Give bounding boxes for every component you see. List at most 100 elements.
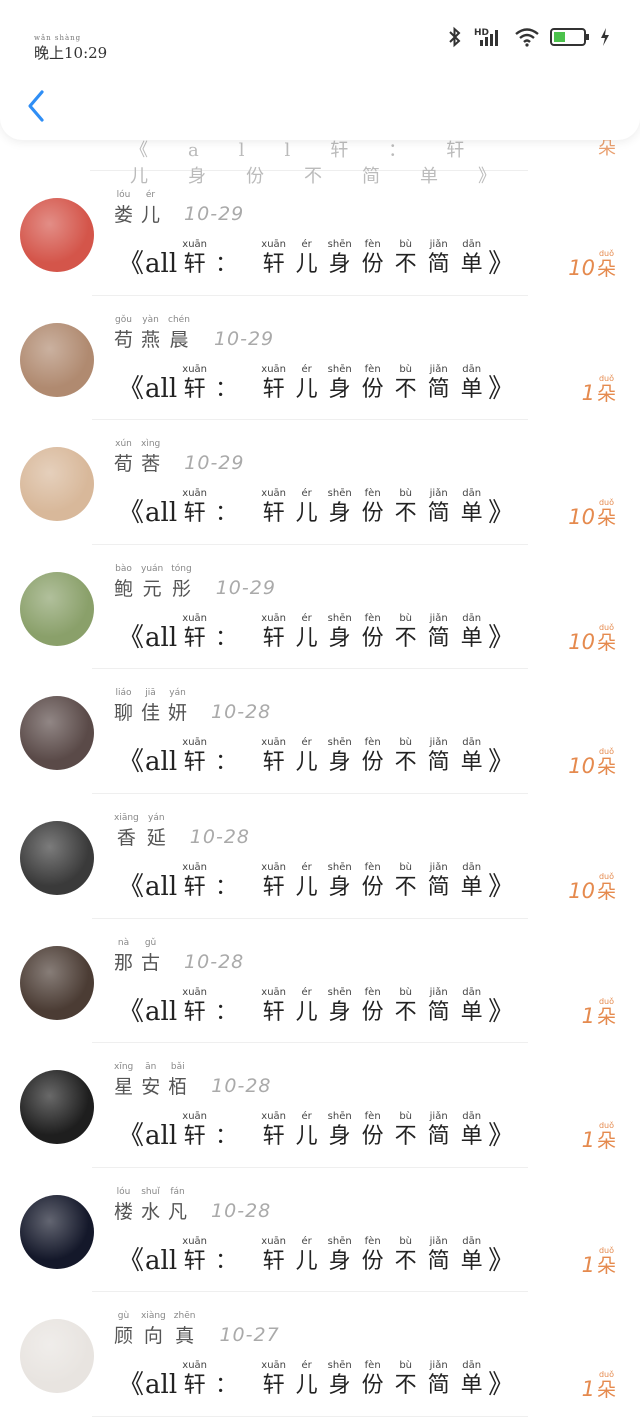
- gift-char: jiǎn 简: [422, 737, 455, 777]
- name-hanzi: 聊: [114, 702, 134, 725]
- list-item[interactable]: xiāng 香 yán 延 10-28 《 all xuān 轩： xuān 轩 ér 儿 shēn 身 fè…: [0, 794, 640, 919]
- list-item[interactable]: gǒu 苟 yàn 燕 chén 晨 10-29 《 all xuān 轩： xuān 轩 ér 儿 shēn…: [0, 296, 640, 421]
- user-name[interactable]: bào 鲍 yuán 元 tóng 彤: [114, 564, 192, 601]
- name-char: yán 延: [147, 813, 166, 850]
- gift-hanzi: 儿: [295, 501, 318, 527]
- unit-hanzi: 朵: [596, 756, 616, 779]
- back-button[interactable]: [22, 86, 52, 126]
- name-char: gǔ 古: [141, 938, 160, 975]
- gift-hanzi: 简: [427, 1124, 450, 1150]
- avatar[interactable]: [20, 1070, 94, 1145]
- gift-pinyin: bù: [399, 1111, 413, 1123]
- gift-pinyin: shēn: [327, 1111, 352, 1123]
- close-bracket: 》: [488, 622, 515, 653]
- gift-char: bù 不: [389, 1236, 422, 1276]
- list-item[interactable]: xún 荀 xìng 莕 10-29 《 all xuān 轩： xuān 轩 ér 儿 shēn 身 fèn…: [0, 420, 640, 545]
- list-item[interactable]: liáo 聊 jiā 佳 yán 妍 10-28 《 all xuān 轩： xuān 轩 ér 儿 shēn…: [0, 669, 640, 794]
- user-name[interactable]: lóu 楼 shuǐ 水 fán 凡: [114, 1187, 187, 1224]
- user-name[interactable]: gǒu 苟 yàn 燕 chén 晨: [114, 315, 190, 352]
- name-pinyin: xiàng: [141, 1311, 166, 1322]
- avatar[interactable]: [20, 1319, 94, 1394]
- amount-number: 1: [581, 1252, 595, 1277]
- list-item[interactable]: xīng 星 ān 安 bǎi 栢 10-28 《 all xuān 轩： xuān 轩 ér 儿 shēn 身…: [0, 1043, 640, 1168]
- user-name[interactable]: nà 那 gǔ 古: [114, 938, 160, 975]
- avatar[interactable]: [20, 322, 94, 397]
- name-char: lóu 楼: [114, 1187, 133, 1224]
- gift-hanzi: 轩: [262, 750, 285, 776]
- list-item[interactable]: lóu 楼 shuǐ 水 fán 凡 10-28 《 all xuān 轩： xuān 轩 ér 儿 shēn…: [0, 1168, 640, 1293]
- gift-char: fèn 份: [356, 862, 389, 902]
- gift-char: fèn 份: [356, 987, 389, 1027]
- avatar[interactable]: [20, 447, 94, 522]
- list-item[interactable]: nà 那 gǔ 古 10-28 《 all xuān 轩： xuān 轩 ér 儿 shēn 身 fèn 份 bù…: [0, 919, 640, 1044]
- gift-hanzi: 身: [328, 750, 351, 776]
- amount-unit: duǒ 朵: [597, 1370, 616, 1401]
- gift-pinyin: shēn: [327, 363, 352, 375]
- name-char: xiāng 香: [114, 813, 139, 850]
- name-line: lóu 娄 ér 儿 10-29: [114, 190, 244, 227]
- gift-char: bù 不: [389, 987, 422, 1027]
- gift-char: dān 单: [455, 737, 488, 777]
- user-name[interactable]: liáo 聊 jiā 佳 yán 妍: [114, 688, 187, 725]
- gift-pinyin: xuān: [182, 239, 208, 250]
- gift-title: 《 all xuān 轩： xuān 轩 ér 儿 shēn 身 fèn 份 bù 不 jiǎn 简 dān 单》: [118, 609, 514, 653]
- date-label: 10-27: [219, 1324, 280, 1347]
- name-char: nà 那: [114, 938, 133, 975]
- name-pinyin: lóu: [116, 1186, 131, 1197]
- close-bracket: 》: [488, 249, 515, 279]
- gift-pinyin: jiǎn: [429, 737, 448, 749]
- gift-pinyin: fèn: [364, 1360, 381, 1372]
- gift-hanzi: 不: [394, 1373, 417, 1399]
- gift-hanzi: 不: [394, 252, 417, 277]
- list-item-partial: 《all轩：轩儿身份不简单》 朵: [90, 138, 616, 187]
- date-label: 10-28: [184, 950, 245, 973]
- flower-amount: 10 duǒ 朵: [568, 498, 616, 529]
- avatar[interactable]: [20, 696, 94, 771]
- avatar[interactable]: [20, 571, 94, 646]
- gift-hanzi: 单: [460, 1248, 483, 1274]
- name-hanzi: 香: [116, 826, 136, 849]
- user-name[interactable]: xún 荀 xìng 莕: [114, 439, 160, 476]
- user-name[interactable]: xīng 星 ān 安 bǎi 栢: [114, 1062, 187, 1099]
- gift-char: fèn 份: [356, 613, 389, 653]
- list-item[interactable]: lóu 娄 ér 儿 10-29 《 all xuān 轩： xuān 轩 ér 儿 shēn 身 fèn 份 b…: [0, 171, 640, 296]
- open-bracket: 《: [118, 373, 145, 404]
- avatar[interactable]: [20, 820, 94, 895]
- gift-title: 《 all xuān 轩： xuān 轩 ér 儿 shēn 身 fèn 份 bù 不 jiǎn 简 dān 单》: [118, 858, 514, 902]
- user-name[interactable]: lóu 娄 ér 儿: [114, 190, 160, 227]
- gift-char: shēn 身: [323, 488, 356, 528]
- name-char: xún 荀: [114, 439, 133, 476]
- close-bracket: 》: [488, 498, 515, 529]
- name-pinyin: ér: [145, 190, 156, 200]
- name-char: yán 妍: [168, 688, 187, 725]
- user-name[interactable]: gù 顾 xiàng 向 zhēn 真: [114, 1311, 195, 1348]
- name-hanzi: 真: [175, 1325, 195, 1348]
- gift-pinyin: shēn: [327, 1360, 352, 1372]
- gift-pinyin: bù: [399, 1360, 413, 1372]
- name-char: bǎi 栢: [168, 1062, 187, 1099]
- gift-char: fèn 份: [356, 488, 389, 528]
- name-line: gù 顾 xiàng 向 zhēn 真 10-27: [114, 1311, 280, 1348]
- gift-colon: ：: [215, 625, 238, 651]
- user-name[interactable]: xiāng 香 yán 延: [114, 813, 166, 850]
- gift-hanzi: 份: [361, 252, 384, 277]
- open-bracket: 《: [118, 1245, 145, 1276]
- wifi-icon: [514, 26, 540, 52]
- avatar[interactable]: [20, 198, 94, 272]
- list-item[interactable]: gù 顾 xiàng 向 zhēn 真 10-27 《 all xuān 轩： xuān 轩 ér 儿 shē…: [0, 1292, 640, 1417]
- signal-icon: HD: [474, 26, 504, 52]
- avatar[interactable]: [20, 945, 94, 1020]
- unit-hanzi: 朵: [596, 258, 616, 280]
- gift-char: dān 单: [455, 364, 488, 404]
- gift-pinyin: xuān: [261, 488, 287, 500]
- avatar[interactable]: [20, 1194, 94, 1269]
- amount-unit: duǒ 朵: [597, 747, 616, 778]
- name-hanzi: 晨: [169, 328, 189, 351]
- name-hanzi: 彤: [171, 577, 191, 600]
- list-item[interactable]: bào 鲍 yuán 元 tóng 彤 10-29 《 all xuān 轩： xuān 轩 ér 儿 shē…: [0, 545, 640, 670]
- gift-char: xuān 轩: [257, 1360, 290, 1400]
- gift-char: ér 儿: [290, 1360, 323, 1400]
- name-hanzi: 星: [114, 1076, 134, 1099]
- amount-number: 10: [568, 256, 595, 280]
- gift-char: xuān 轩: [257, 613, 290, 653]
